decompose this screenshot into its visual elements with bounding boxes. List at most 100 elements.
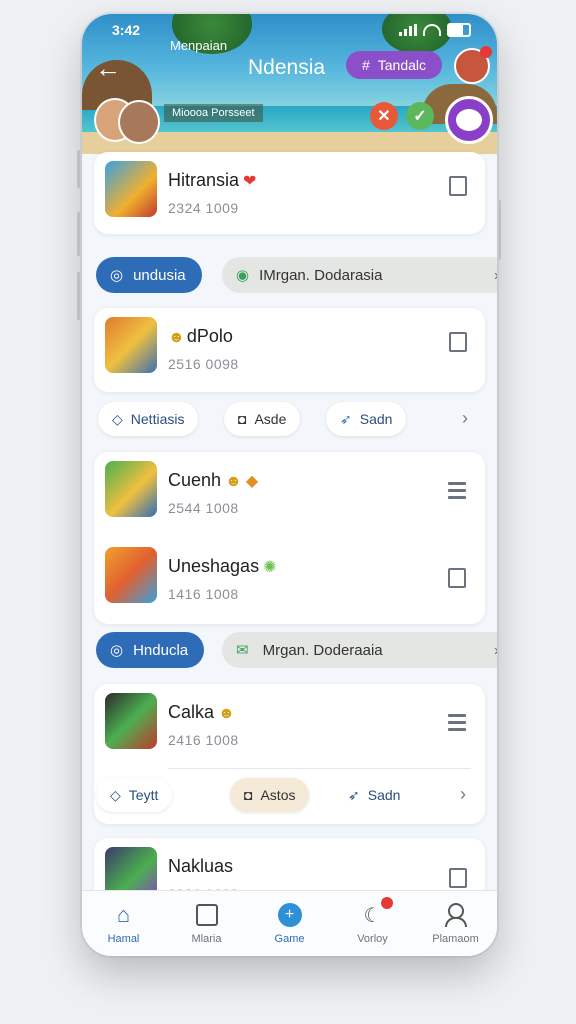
tandalc-pill-button[interactable]: # Tandalc xyxy=(346,51,442,79)
volume-down-button[interactable] xyxy=(77,212,81,256)
promo-blue-button[interactable]: ◎ Hnducla xyxy=(96,632,205,668)
chip-button[interactable]: ➶ Sadn xyxy=(326,402,407,436)
promo-gray-button[interactable]: ◉ IMrgan. Dodarasia › xyxy=(222,257,497,293)
chevron-right-icon: › xyxy=(494,267,497,284)
shield-icon: ◎ xyxy=(110,642,124,659)
game-group-card: Cuenh ☻ ◆ 2544 1008 Uneshagas ✺ 1416 1008 xyxy=(94,452,485,624)
back-arrow-icon[interactable]: ← xyxy=(94,54,122,82)
game-number: 2324 1009 xyxy=(168,200,239,216)
chevron-right-icon[interactable]: › xyxy=(460,784,466,805)
game-name: Calka xyxy=(168,702,215,722)
chip-button[interactable]: ◇ Teytt xyxy=(96,778,173,812)
home-icon: ⌂ xyxy=(116,902,131,927)
location-chip[interactable]: Mioooa Porsseet xyxy=(164,104,263,122)
chevron-right-icon[interactable]: › xyxy=(462,408,468,429)
menu-icon[interactable] xyxy=(448,714,468,734)
nav-label: Game xyxy=(274,933,305,945)
nav-item-profile[interactable]: Plamaom xyxy=(414,891,497,956)
profile-icon xyxy=(444,903,468,927)
promo-blue-button[interactable]: ◎ undusia xyxy=(96,257,202,293)
shield-icon: ◎ xyxy=(110,267,124,284)
user-avatar[interactable] xyxy=(454,46,492,84)
wifi-icon xyxy=(423,24,441,36)
promo-blue-label: undusia xyxy=(133,266,186,284)
header-banner: 3:42 Menpaian ← Ndensia # Tandalc Mioooa… xyxy=(82,14,497,154)
chip-label: Nettiasis xyxy=(130,411,185,427)
smiley-icon: ☻ xyxy=(218,705,235,722)
chip-button[interactable]: ➶ Sadn xyxy=(334,778,415,812)
chip-label: Sadn xyxy=(367,787,401,803)
list-item[interactable]: Calka ☻ 2416 1008 xyxy=(94,684,484,756)
chip-button[interactable]: ◘ Asde xyxy=(224,402,301,436)
game-thumbnail xyxy=(105,693,157,749)
promo-gray-label: Mrgan. Doderaaia xyxy=(262,641,383,659)
bookmark-icon[interactable] xyxy=(449,176,469,196)
list-item[interactable]: Hitransia ❤ 2324 1009 xyxy=(94,152,485,234)
list-item[interactable]: ☻ dPolo 2516 0098 xyxy=(94,308,485,392)
nav-item-game[interactable]: + Game xyxy=(248,891,331,956)
status-time: 3:42 xyxy=(112,22,141,38)
game-number: 1416 1008 xyxy=(168,586,239,602)
chip-label: Asde xyxy=(254,411,287,427)
tag-icon: ◇ xyxy=(112,410,123,427)
feather-icon: ➶ xyxy=(340,410,352,427)
mascot-avatar-icon[interactable] xyxy=(445,96,493,144)
nav-label: Mlaria xyxy=(191,933,222,945)
signal-icon xyxy=(399,24,417,36)
notification-dot xyxy=(480,46,492,58)
game-name: Nakluas xyxy=(168,856,234,876)
bookmark-icon[interactable] xyxy=(449,332,469,352)
filter-icon: # xyxy=(361,57,370,73)
power-button[interactable] xyxy=(497,200,501,260)
game-group-card: Calka ☻ 2416 1008 ◇ Teytt ◘ Astos ➶ Sadn › xyxy=(94,684,485,824)
game-thumbnail xyxy=(105,461,157,517)
phone-screen: 3:42 Menpaian ← Ndensia # Tandalc Mioooa… xyxy=(82,14,497,956)
chip-button[interactable]: ◘ Astos xyxy=(230,778,310,812)
pill-label: Tandalc xyxy=(377,57,427,73)
chip-button[interactable]: ◇ Nettiasis xyxy=(98,402,199,436)
promo-gray-button[interactable]: ✉ Mrgan. Doderaaia › xyxy=(222,632,497,668)
divider xyxy=(168,768,471,769)
kite-icon: ◆ xyxy=(245,473,259,490)
promo-gray-label: IMrgan. Dodarasia xyxy=(259,266,383,284)
game-name: Uneshagas xyxy=(168,556,260,576)
friend-avatar-2 xyxy=(118,100,160,144)
nav-item-home[interactable]: ⌂ Hamal xyxy=(82,891,165,956)
volume-up-button[interactable] xyxy=(77,150,81,188)
chevron-right-icon: › xyxy=(494,642,497,659)
smiley-icon: ☻ xyxy=(168,329,185,346)
bottom-navigation: ⌂ Hamal Mlaria + Game ☾ Vorloy Plamaom xyxy=(82,890,497,956)
friends-avatars[interactable] xyxy=(94,98,160,144)
chip-label: Astos xyxy=(260,787,296,803)
game-number: 2516 0098 xyxy=(168,356,239,372)
silent-switch[interactable] xyxy=(77,272,81,320)
list-item[interactable]: Cuenh ☻ ◆ 2544 1008 xyxy=(94,452,484,524)
tablet-icon xyxy=(195,903,219,927)
game-list: Hitransia ❤ 2324 1009 ◎ undusia ◉ IMrgan.… xyxy=(82,140,497,918)
game-thumbnail xyxy=(105,317,157,373)
camera-icon: ◘ xyxy=(238,411,247,427)
close-x-icon[interactable]: ✕ xyxy=(370,102,398,130)
sparkle-icon: ✺ xyxy=(263,559,277,576)
nav-item-vorloy[interactable]: ☾ Vorloy xyxy=(331,891,414,956)
game-name: dPolo xyxy=(186,326,233,346)
smiley-icon: ☻ xyxy=(225,473,242,490)
nav-label: Plamaom xyxy=(432,933,479,945)
notification-badge xyxy=(380,897,393,909)
bookmark-icon[interactable] xyxy=(448,568,468,588)
chip-label: Teytt xyxy=(128,787,159,803)
camera-icon: ◘ xyxy=(244,787,253,803)
nav-item-mlaria[interactable]: Mlaria xyxy=(165,891,248,956)
page-title: Ndensia xyxy=(248,56,326,79)
promo-blue-label: Hnducla xyxy=(133,641,189,659)
check-icon[interactable]: ✓ xyxy=(406,102,434,130)
feather-icon: ➶ xyxy=(348,786,360,803)
nav-label: Vorloy xyxy=(357,933,388,945)
status-bar: 3:42 xyxy=(112,22,471,38)
nav-label: Hamal xyxy=(107,933,140,945)
game-name: Hitransia xyxy=(168,170,240,190)
menu-icon[interactable] xyxy=(448,482,468,502)
game-number: 2416 1008 xyxy=(168,732,239,748)
list-item[interactable]: Uneshagas ✺ 1416 1008 xyxy=(94,538,484,610)
bookmark-icon[interactable] xyxy=(449,868,469,888)
